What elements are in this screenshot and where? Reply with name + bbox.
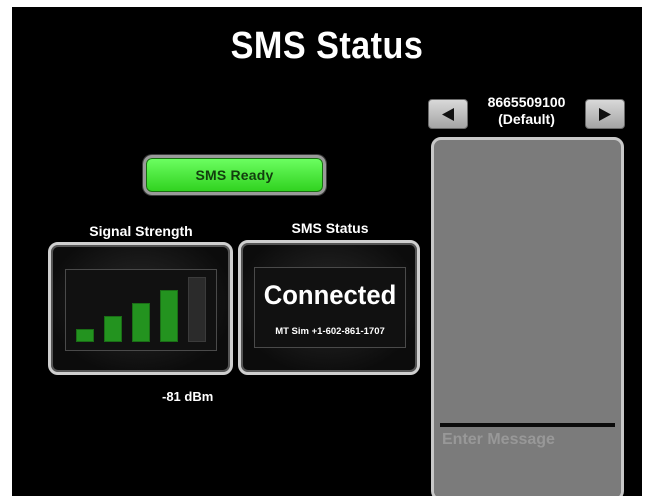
message-panel	[431, 137, 624, 496]
sms-ready-button[interactable]: SMS Ready	[143, 155, 326, 195]
sms-status-panel: Connected MT Sim +1-602-861-1707	[238, 240, 420, 375]
right-triangle-icon	[599, 107, 611, 121]
signal-bars-frame	[65, 269, 217, 351]
left-triangle-icon	[442, 107, 454, 121]
signal-strength-label: Signal Strength	[89, 223, 193, 239]
sms-status-label: SMS Status	[291, 220, 369, 236]
recipient-number: 8665509100	[487, 94, 566, 110]
prev-recipient-button[interactable]	[428, 99, 468, 129]
sms-ready-label: SMS Ready	[195, 167, 274, 183]
signal-bar-4	[160, 290, 178, 342]
page-title: SMS Status	[230, 25, 424, 67]
signal-bar-5	[188, 277, 206, 342]
signal-dbm: -81 dBm	[162, 389, 214, 404]
signal-bar-2	[104, 316, 122, 342]
message-input[interactable]	[434, 427, 621, 496]
carrier-info: MT Sim +1-602-861-1707	[275, 326, 385, 337]
signal-strength-panel	[48, 242, 233, 375]
message-history	[434, 140, 621, 422]
status-frame: Connected MT Sim +1-602-861-1707	[254, 267, 406, 348]
signal-bar-3	[132, 303, 150, 342]
sms-screen: SMS Status SMS Ready Signal Strength SMS…	[12, 7, 642, 496]
connection-status: Connected	[263, 280, 397, 310]
next-recipient-button[interactable]	[585, 99, 625, 129]
recipient-default-tag: (Default)	[498, 111, 555, 127]
signal-bar-1	[76, 329, 94, 342]
